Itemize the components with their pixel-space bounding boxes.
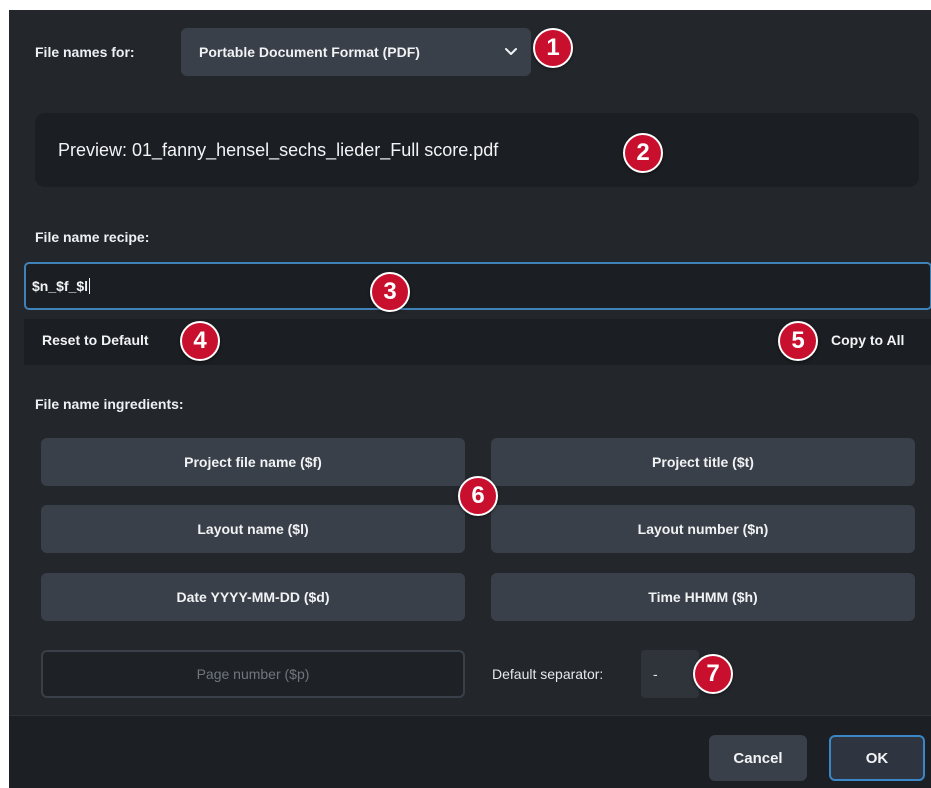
- file-name-recipe-input[interactable]: $n_$f_$l: [24, 262, 931, 310]
- file-name-recipe-label: File name recipe:: [35, 229, 150, 245]
- ingredient-project-title-button[interactable]: Project title ($t): [491, 438, 915, 486]
- ok-label: OK: [865, 749, 889, 767]
- cancel-label: Cancel: [733, 749, 783, 767]
- default-separator-label: Default separator:: [492, 666, 604, 682]
- file-format-selected-value: Portable Document Format (PDF): [199, 44, 420, 60]
- reset-to-default-button[interactable]: Reset to Default: [42, 332, 149, 348]
- separator-value: -: [653, 666, 658, 682]
- cancel-button[interactable]: Cancel: [709, 735, 807, 781]
- text-cursor: [89, 278, 91, 294]
- default-separator-field[interactable]: -: [641, 650, 699, 698]
- callout-marker: 6: [458, 476, 498, 516]
- callout-marker: 4: [180, 321, 220, 361]
- ingredient-label: Project title ($t): [652, 454, 754, 470]
- file-names-for-label: File names for:: [35, 44, 135, 60]
- ingredient-label: Time HHMM ($h): [648, 589, 758, 605]
- ingredient-date-button[interactable]: Date YYYY-MM-DD ($d): [41, 573, 465, 621]
- ingredient-layout-name-button[interactable]: Layout name ($l): [41, 505, 465, 553]
- ingredient-label: Project file name ($f): [184, 454, 322, 470]
- callout-marker: 3: [370, 272, 410, 312]
- file-format-dropdown[interactable]: Portable Document Format (PDF): [181, 28, 531, 76]
- ingredient-project-file-name-button[interactable]: Project file name ($f): [41, 438, 465, 486]
- ingredient-layout-number-button[interactable]: Layout number ($n): [491, 505, 915, 553]
- chevron-down-icon: [505, 48, 517, 55]
- ingredient-label: Layout number ($n): [637, 521, 769, 537]
- recipe-value: $n_$f_$l: [32, 278, 89, 294]
- callout-marker: 5: [778, 321, 818, 361]
- preview-text: Preview: 01_fanny_hensel_sechs_lieder_Fu…: [58, 139, 499, 160]
- file-name-preview: Preview: 01_fanny_hensel_sechs_lieder_Fu…: [35, 113, 919, 187]
- callout-marker: 7: [693, 654, 733, 694]
- ingredient-label: Date YYYY-MM-DD ($d): [176, 589, 330, 605]
- export-file-names-dialog: File names for: Portable Document Format…: [9, 10, 931, 788]
- ingredient-label: Layout name ($l): [197, 521, 309, 537]
- callout-marker: 2: [623, 133, 663, 173]
- ok-button[interactable]: OK: [829, 735, 925, 781]
- callout-marker: 1: [533, 28, 573, 68]
- ingredient-time-button[interactable]: Time HHMM ($h): [491, 573, 915, 621]
- ingredient-page-number-button[interactable]: Page number ($p): [41, 650, 465, 698]
- ingredient-label: Page number ($p): [196, 666, 310, 682]
- file-name-ingredients-label: File name ingredients:: [35, 396, 184, 412]
- copy-to-all-button[interactable]: Copy to All: [831, 332, 904, 348]
